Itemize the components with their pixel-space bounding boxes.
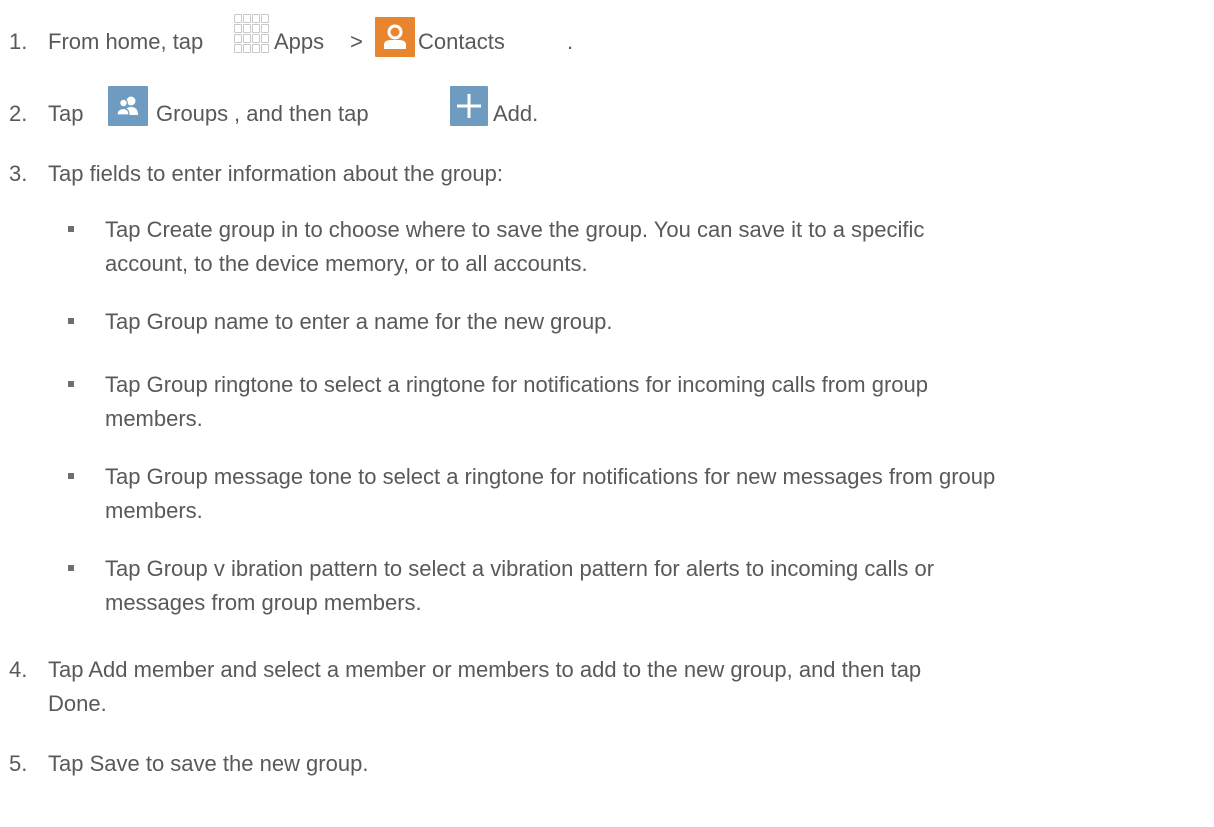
plus-icon (450, 86, 488, 126)
step-number: 4. (9, 657, 28, 682)
step-text: Tap fields to enter information about th… (48, 161, 503, 186)
step-number: 3. (9, 161, 28, 186)
list-item-text: Tap Group name to enter a name for the n… (105, 309, 613, 334)
list-item-text: Tap Group v ibration pattern to select a… (105, 556, 935, 581)
step-text: Done. (48, 691, 107, 716)
groups-label: Groups (156, 101, 229, 126)
step-text: Tap Add member and select a member or me… (48, 657, 922, 682)
list-item-text: account, to the device memory, or to all… (105, 251, 588, 276)
bullet-marker (68, 226, 74, 232)
bullet-marker (68, 381, 74, 387)
contacts-person-icon (375, 17, 415, 57)
step-number: 1. (9, 29, 28, 54)
step-text-continued: , and then tap (234, 101, 369, 126)
step-number: 2. (9, 101, 28, 126)
apps-grid-icon (234, 14, 271, 54)
period: . (567, 29, 574, 54)
step-text: Tap (48, 101, 84, 126)
step-text: Tap Save to save the new group. (48, 751, 369, 776)
contacts-label: Contacts (418, 29, 505, 54)
step-text: From home, tap (48, 29, 204, 54)
bullet-marker (68, 473, 74, 479)
list-item-text: Tap Create group in to choose where to s… (105, 217, 925, 242)
list-item-text: Tap Group ringtone to select a ringtone … (105, 372, 928, 397)
list-item-text: members. (105, 406, 203, 431)
add-label: Add. (493, 101, 539, 126)
list-item-text: Tap Group message tone to select a ringt… (105, 464, 996, 489)
bullet-marker (68, 565, 74, 571)
list-item-text: messages from group members. (105, 590, 422, 615)
list-item-text: members. (105, 498, 203, 523)
bullet-marker (68, 318, 74, 324)
separator: > (350, 29, 363, 54)
step-number: 5. (9, 751, 28, 776)
groups-people-icon (108, 86, 148, 126)
apps-label: Apps (274, 29, 325, 54)
